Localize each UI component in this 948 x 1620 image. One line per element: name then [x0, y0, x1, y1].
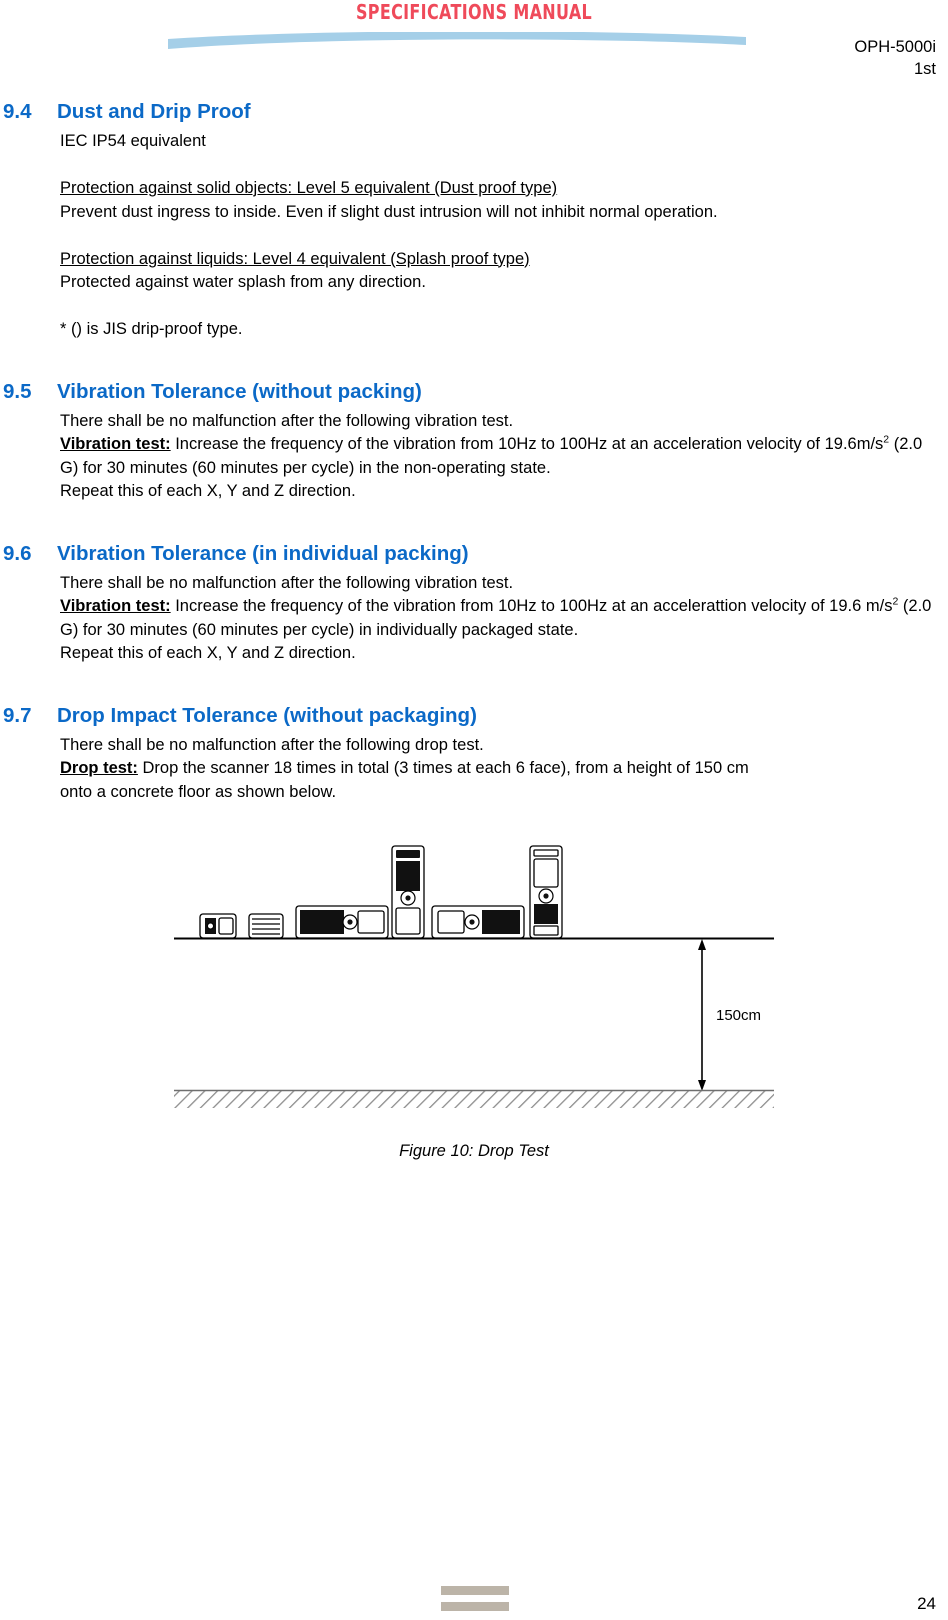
drop-test-label: Drop test: — [60, 759, 138, 777]
drop-test-paragraph: Drop test: Drop the scanner 18 times in … — [60, 757, 936, 781]
vibration-test-label: Vibration test: — [60, 597, 171, 615]
footer-bar-top — [441, 1586, 509, 1595]
dimension-arrow-150cm — [698, 939, 706, 1091]
solid-objects-heading: Protection against solid objects: Level … — [60, 179, 558, 197]
liquids-heading: Protection against liquids: Level 4 equi… — [60, 249, 530, 268]
scanner-device-2 — [248, 913, 284, 939]
section-9-7-body: There shall be no malfunction after the … — [0, 734, 948, 805]
section-9-5-number: 9.5 — [3, 379, 32, 403]
scanner-device-3 — [295, 905, 389, 939]
solid-objects-desc: Prevent dust ingress to inside. Even if … — [60, 202, 718, 221]
section-9-7-number: 9.7 — [3, 703, 32, 727]
model-name: OPH-5000i — [854, 38, 936, 56]
section-9-4-title: Dust and Drip Proof — [57, 100, 251, 123]
section-9-4: 9.4 Dust and Drip Proof IEC IP54 equival… — [0, 100, 948, 342]
vibration-test-text-a: Increase the frequency of the vibration … — [170, 597, 747, 615]
section-9-6-heading: 9.6 Vibration Tolerance (in individual p… — [0, 542, 948, 572]
scanner-device-5 — [431, 905, 525, 939]
repeat-directions-line: Repeat this of each X, Y and Z direction… — [60, 644, 356, 662]
vibration-test-text-a: Increase the frequency of the vibration … — [170, 435, 743, 453]
section-9-6-body: There shall be no malfunction after the … — [0, 572, 948, 666]
scanner-device-1 — [199, 913, 237, 939]
vibration-test-label: Vibration test: — [60, 435, 171, 453]
drop-test-text-b: onto a concrete floor as shown below. — [60, 782, 337, 801]
section-9-4-body: IEC IP54 equivalent Protection against s… — [0, 130, 948, 342]
section-9-7-title: Drop Impact Tolerance (without packaging… — [57, 703, 477, 727]
page-number: 24 — [917, 1594, 936, 1613]
vibration-test-text-b: velocity of 19.6m/s — [746, 435, 884, 453]
liquids-desc: Protected against water splash from any … — [60, 273, 426, 291]
section-9-6: 9.6 Vibration Tolerance (in individual p… — [0, 542, 948, 666]
concrete-floor — [174, 1089, 774, 1108]
repeat-directions-line: Repeat this of each X, Y and Z direction… — [60, 482, 356, 500]
scanner-device-6 — [529, 845, 563, 939]
drop-test-diagram: 150cm — [174, 845, 774, 1108]
page-footer: 24 — [0, 1560, 948, 1620]
section-9-5-heading: 9.5 Vibration Tolerance (without packing… — [0, 380, 948, 410]
manual-title: SPECIFICATIONS MANUAL — [355, 0, 593, 24]
drop-test-text-a: Drop the scanner 18 times in total (3 ti… — [137, 759, 749, 777]
vibration-test-paragraph: Vibration test: Increase the frequency o… — [60, 433, 936, 480]
section-9-4-number: 9.4 — [3, 100, 32, 123]
section-9-7: 9.7 Drop Impact Tolerance (without packa… — [0, 704, 948, 805]
dimension-label-150cm: 150cm — [716, 1007, 761, 1024]
footer-bar-bottom — [441, 1602, 509, 1611]
document-body: 9.4 Dust and Drip Proof IEC IP54 equival… — [0, 100, 948, 1161]
figure-drop-test: 150cm Figure 10: Drop Test — [0, 838, 948, 1161]
page-header: SPECIFICATIONS MANUAL OPH-5000i 1st — [0, 0, 948, 92]
no-malfunction-line: There shall be no malfunction after the … — [60, 735, 484, 754]
section-9-5: 9.5 Vibration Tolerance (without packing… — [0, 380, 948, 504]
jis-note: * () is JIS drip-proof type. — [60, 320, 243, 338]
no-malfunction-line: There shall be no malfunction after the … — [60, 573, 514, 592]
section-9-6-title: Vibration Tolerance (in individual packi… — [57, 541, 469, 565]
no-malfunction-line: There shall be no malfunction after the … — [60, 411, 514, 430]
section-9-5-title: Vibration Tolerance (without packing) — [57, 379, 422, 403]
section-9-7-heading: 9.7 Drop Impact Tolerance (without packa… — [0, 704, 948, 734]
ip-rating-line: IEC IP54 equivalent — [60, 132, 206, 150]
edition-label: 1st — [913, 60, 936, 78]
section-9-6-number: 9.6 — [3, 541, 32, 565]
header-model-info: OPH-5000i 1st — [716, 36, 936, 80]
figure-caption: Figure 10: Drop Test — [399, 1142, 549, 1160]
section-9-4-heading: 9.4 Dust and Drip Proof — [0, 100, 948, 130]
header-swoosh-decoration — [168, 32, 746, 49]
scanner-device-4 — [391, 845, 425, 939]
footer-decoration — [441, 1586, 509, 1618]
vibration-test-paragraph: Vibration test: Increase the frequency o… — [60, 595, 936, 642]
vibration-test-text-b: velocity of 19.6 m/s — [751, 597, 893, 615]
section-9-5-body: There shall be no malfunction after the … — [0, 410, 948, 504]
